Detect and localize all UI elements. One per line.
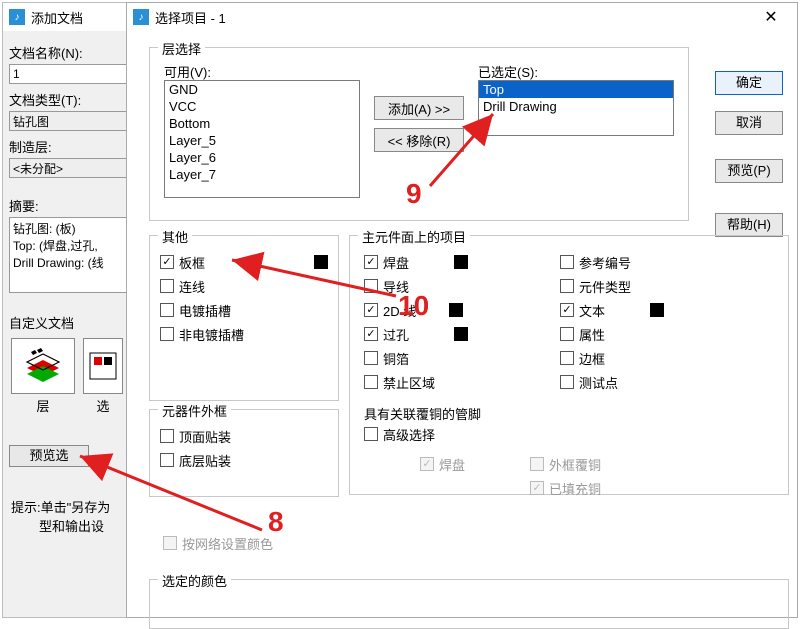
color-swatch[interactable] (314, 255, 328, 269)
close-button[interactable]: ✕ (751, 3, 791, 31)
help-button[interactable]: 帮助(H) (715, 213, 783, 237)
pin-group-label: 具有关联覆铜的管脚 (364, 404, 481, 423)
color-swatch[interactable] (454, 255, 468, 269)
chk-testpoint[interactable]: 测试点 (560, 370, 760, 394)
chk-bottom-mount[interactable]: 底层贴装 (160, 448, 328, 472)
available-list[interactable]: GND VCC Bottom Layer_5 Layer_6 Layer_7 (164, 80, 360, 198)
add-doc-title: 添加文档 (31, 8, 83, 27)
ok-button[interactable]: 确定 (715, 71, 783, 95)
chk-text[interactable]: 文本 (560, 298, 760, 322)
layer-caption: 层 (9, 396, 77, 415)
list-item[interactable]: Layer_7 (165, 166, 359, 183)
chk-attr[interactable]: 属性 (560, 322, 760, 346)
chk-copper[interactable]: 铜箔 (364, 346, 564, 370)
selected-label: 已选定(S): (478, 62, 538, 81)
color-swatch[interactable] (650, 303, 664, 317)
layer-select-group: 层选择 可用(V): GND VCC Bottom Layer_5 Layer_… (149, 47, 689, 221)
other-group: 其他 板框 连线 电镀插槽 非电镀插槽 (149, 235, 339, 401)
chk-outline-copper-dis: 外框覆铜 (530, 452, 601, 476)
list-item[interactable]: Layer_6 (165, 149, 359, 166)
other-legend: 其他 (158, 227, 192, 246)
chk-plated-slot[interactable]: 电镀插槽 (160, 298, 328, 322)
chk-pad-dis: 焊盘 (420, 452, 465, 476)
app-icon: ♪ (133, 9, 149, 25)
color-swatch[interactable] (449, 303, 463, 317)
chk-filled-copper-dis: 已填充铜 (530, 476, 601, 500)
chk-nonplated-slot[interactable]: 非电镀插槽 (160, 322, 328, 346)
chk-connect[interactable]: 连线 (160, 274, 328, 298)
chk-trace[interactable]: 导线 (364, 274, 564, 298)
chk-by-net-color: 按网络设置颜色 (163, 531, 273, 555)
chk-pad[interactable]: 焊盘 (364, 250, 564, 274)
chk-2d-line[interactable]: 2D 线 (364, 298, 564, 322)
main-items-legend: 主元件面上的项目 (358, 227, 470, 246)
list-item[interactable]: GND (165, 81, 359, 98)
list-item[interactable]: Layer_5 (165, 132, 359, 149)
add-button[interactable]: 添加(A) >> (374, 96, 464, 120)
sel-caption: 选 (81, 396, 125, 415)
chk-comp-type[interactable]: 元件类型 (560, 274, 760, 298)
outline-group: 元器件外框 顶面贴装 底层贴装 (149, 409, 339, 497)
sel-icon (88, 351, 118, 381)
layer-stack-icon (21, 346, 65, 386)
sel-button[interactable] (83, 338, 123, 394)
app-icon: ♪ (9, 9, 25, 25)
chk-refdes[interactable]: 参考编号 (560, 250, 760, 274)
preview-sel-button[interactable]: 预览选 (9, 445, 89, 467)
chk-border[interactable]: 边框 (560, 346, 760, 370)
chk-board-frame[interactable]: 板框 (160, 250, 328, 274)
select-items-titlebar: ♪ 选择项目 - 1 ✕ (127, 3, 797, 31)
list-item[interactable]: Bottom (165, 115, 359, 132)
selected-colors-legend: 选定的颜色 (158, 571, 231, 590)
preview-button[interactable]: 预览(P) (715, 159, 783, 183)
available-label: 可用(V): (164, 62, 211, 81)
chk-keepout[interactable]: 禁止区域 (364, 370, 564, 394)
list-item[interactable]: Top (479, 81, 673, 98)
cancel-button[interactable]: 取消 (715, 111, 783, 135)
select-items-dialog: ♪ 选择项目 - 1 ✕ 层选择 可用(V): GND VCC Bottom L… (126, 2, 798, 618)
list-item[interactable]: Drill Drawing (479, 98, 673, 115)
selected-list[interactable]: Top Drill Drawing (478, 80, 674, 136)
chk-top-mount[interactable]: 顶面贴装 (160, 424, 328, 448)
select-items-title: 选择项目 - 1 (155, 8, 226, 27)
layer-stack-button[interactable] (11, 338, 75, 394)
layer-select-legend: 层选择 (158, 39, 205, 58)
remove-button[interactable]: << 移除(R) (374, 128, 464, 152)
chk-adv-sel[interactable]: 高级选择 (364, 422, 435, 446)
selected-colors-group: 选定的颜色 (149, 579, 789, 629)
color-swatch[interactable] (454, 327, 468, 341)
list-item[interactable]: VCC (165, 98, 359, 115)
outline-legend: 元器件外框 (158, 401, 231, 420)
chk-via[interactable]: 过孔 (364, 322, 564, 346)
main-items-group: 主元件面上的项目 焊盘 导线 2D 线 过孔 铜箔 禁止区域 参考编号 元件类型… (349, 235, 789, 495)
